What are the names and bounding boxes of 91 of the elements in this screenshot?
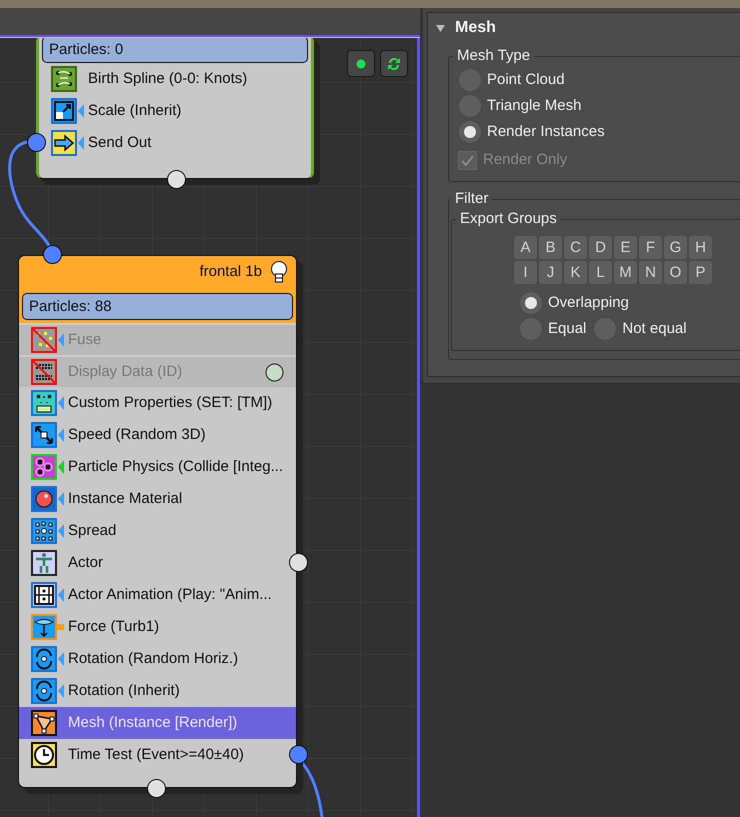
output-port[interactable] <box>167 170 186 189</box>
connected-port[interactable] <box>27 133 46 152</box>
input-port[interactable] <box>43 245 62 264</box>
operator-label: Spread <box>68 520 116 541</box>
group-toggle[interactable]: P <box>689 261 712 284</box>
operator-row[interactable]: Rotation (Random Horiz.) <box>19 643 296 675</box>
operator-row[interactable]: Time Test (Event>=40±40) <box>19 739 288 771</box>
operator-row[interactable]: Rotation (Inherit) <box>19 675 296 707</box>
fan-icon <box>31 614 57 640</box>
resize-icon <box>51 98 77 124</box>
film-icon <box>31 582 57 608</box>
rotate-icon <box>31 678 57 704</box>
radio-label: Point Cloud <box>487 70 565 90</box>
group-toggle[interactable]: J <box>539 261 562 284</box>
operator-row[interactable]: Particle Physics (Collide [Integ... <box>19 451 296 483</box>
operator-row[interactable]: Birth Spline (0-0: Knots) <box>39 63 311 95</box>
operator-label: Birth Spline (0-0: Knots) <box>88 68 248 89</box>
connected-port[interactable] <box>289 745 308 764</box>
group-toggle[interactable]: M <box>614 261 637 284</box>
operator-label: Instance Material <box>68 488 182 509</box>
operator-row[interactable]: Send Out <box>47 127 311 159</box>
group-title: Filter <box>454 190 490 208</box>
particle-count: Particles: 88 <box>22 293 293 320</box>
group-toggle[interactable]: L <box>589 261 612 284</box>
circles-icon <box>31 454 57 480</box>
radio-label: Equal <box>548 318 586 339</box>
operator-label: Particle Physics (Collide [Integ... <box>68 456 284 477</box>
group-toggle[interactable]: C <box>564 236 587 259</box>
particle-count: Particles: 0 <box>42 38 308 63</box>
status-button[interactable] <box>347 50 375 77</box>
expand-icon[interactable] <box>436 24 445 32</box>
operator-row[interactable]: Instance Material <box>19 483 296 515</box>
operator-label: Scale (Inherit) <box>88 100 182 121</box>
operator-row[interactable]: Scale (Inherit) <box>39 95 311 127</box>
operator-row[interactable]: Mesh (Instance [Render]) <box>19 707 296 739</box>
operator-row[interactable]: Speed (Random 3D) <box>19 419 296 451</box>
node-title: frontal 1b <box>199 262 262 282</box>
radio-label: Render Instances <box>487 122 605 142</box>
operator-label: Force (Turb1) <box>68 616 160 637</box>
group-toggle[interactable]: F <box>639 236 662 259</box>
operator-label: Display Data (ID) <box>68 362 182 382</box>
group-toggle[interactable]: G <box>664 236 687 259</box>
radio-label: Overlapping <box>548 292 629 313</box>
group-toggle[interactable]: E <box>614 236 637 259</box>
group-toggle[interactable]: H <box>689 236 712 259</box>
disabled-digits-icon <box>31 359 57 385</box>
dots-grid-icon <box>31 518 57 544</box>
refresh-button[interactable] <box>380 50 408 77</box>
group-toggle[interactable]: B <box>539 236 562 259</box>
nodes-icon <box>51 66 77 92</box>
checkbox-label: Render Only <box>483 150 568 170</box>
operator-row[interactable]: Force (Turb1) <box>19 611 296 643</box>
operator-label: Fuse <box>68 330 102 350</box>
operator-label: Mesh (Instance [Render]) <box>68 712 238 733</box>
group-toggle[interactable]: D <box>589 236 612 259</box>
disabled-dots-icon <box>31 327 57 353</box>
radio-label: Triangle Mesh <box>487 96 582 116</box>
face-icon <box>31 390 57 416</box>
group-toggle[interactable]: K <box>564 261 587 284</box>
radio-button[interactable] <box>459 121 481 143</box>
operator-row[interactable]: Custom Properties (SET: [TM]) <box>19 387 296 419</box>
operator-row[interactable]: Spread <box>19 515 296 547</box>
operator-label: Actor <box>68 552 104 573</box>
operator-label: Time Test (Event>=40±40) <box>68 744 244 765</box>
operator-label: Custom Properties (SET: [TM]) <box>68 392 272 413</box>
rollout-title[interactable]: Mesh <box>455 16 496 40</box>
lightbulb-icon[interactable] <box>270 261 288 283</box>
operator-row[interactable]: Actor <box>19 547 288 579</box>
output-port[interactable] <box>147 779 166 798</box>
group-toggle[interactable]: O <box>664 261 687 284</box>
diagonal-arrows-icon <box>31 422 57 448</box>
group-toggle[interactable]: A <box>514 236 537 259</box>
radio-label: Not equal <box>622 318 687 339</box>
figure-icon <box>31 550 57 576</box>
refresh-icon <box>386 56 402 72</box>
group-title: Export Groups <box>459 210 558 228</box>
operator-label: Rotation (Random Horiz.) <box>68 648 238 669</box>
operator-label: Send Out <box>88 132 152 153</box>
status-dot-icon <box>265 362 284 382</box>
rotate-icon <box>31 646 57 672</box>
dot-icon <box>356 58 366 68</box>
output-port[interactable] <box>289 553 308 572</box>
group-title: Mesh Type <box>456 47 532 65</box>
operator-label: Rotation (Inherit) <box>68 680 180 701</box>
operator-label: Actor Animation (Play: "Anim... <box>68 584 272 605</box>
clock-icon <box>31 742 57 768</box>
group-toggle[interactable]: I <box>514 261 537 284</box>
radio-button[interactable] <box>520 292 542 314</box>
operator-row[interactable]: Actor Animation (Play: "Anim... <box>19 579 296 611</box>
group-toggle[interactable]: N <box>639 261 662 284</box>
operator-label: Speed (Random 3D) <box>68 424 206 445</box>
